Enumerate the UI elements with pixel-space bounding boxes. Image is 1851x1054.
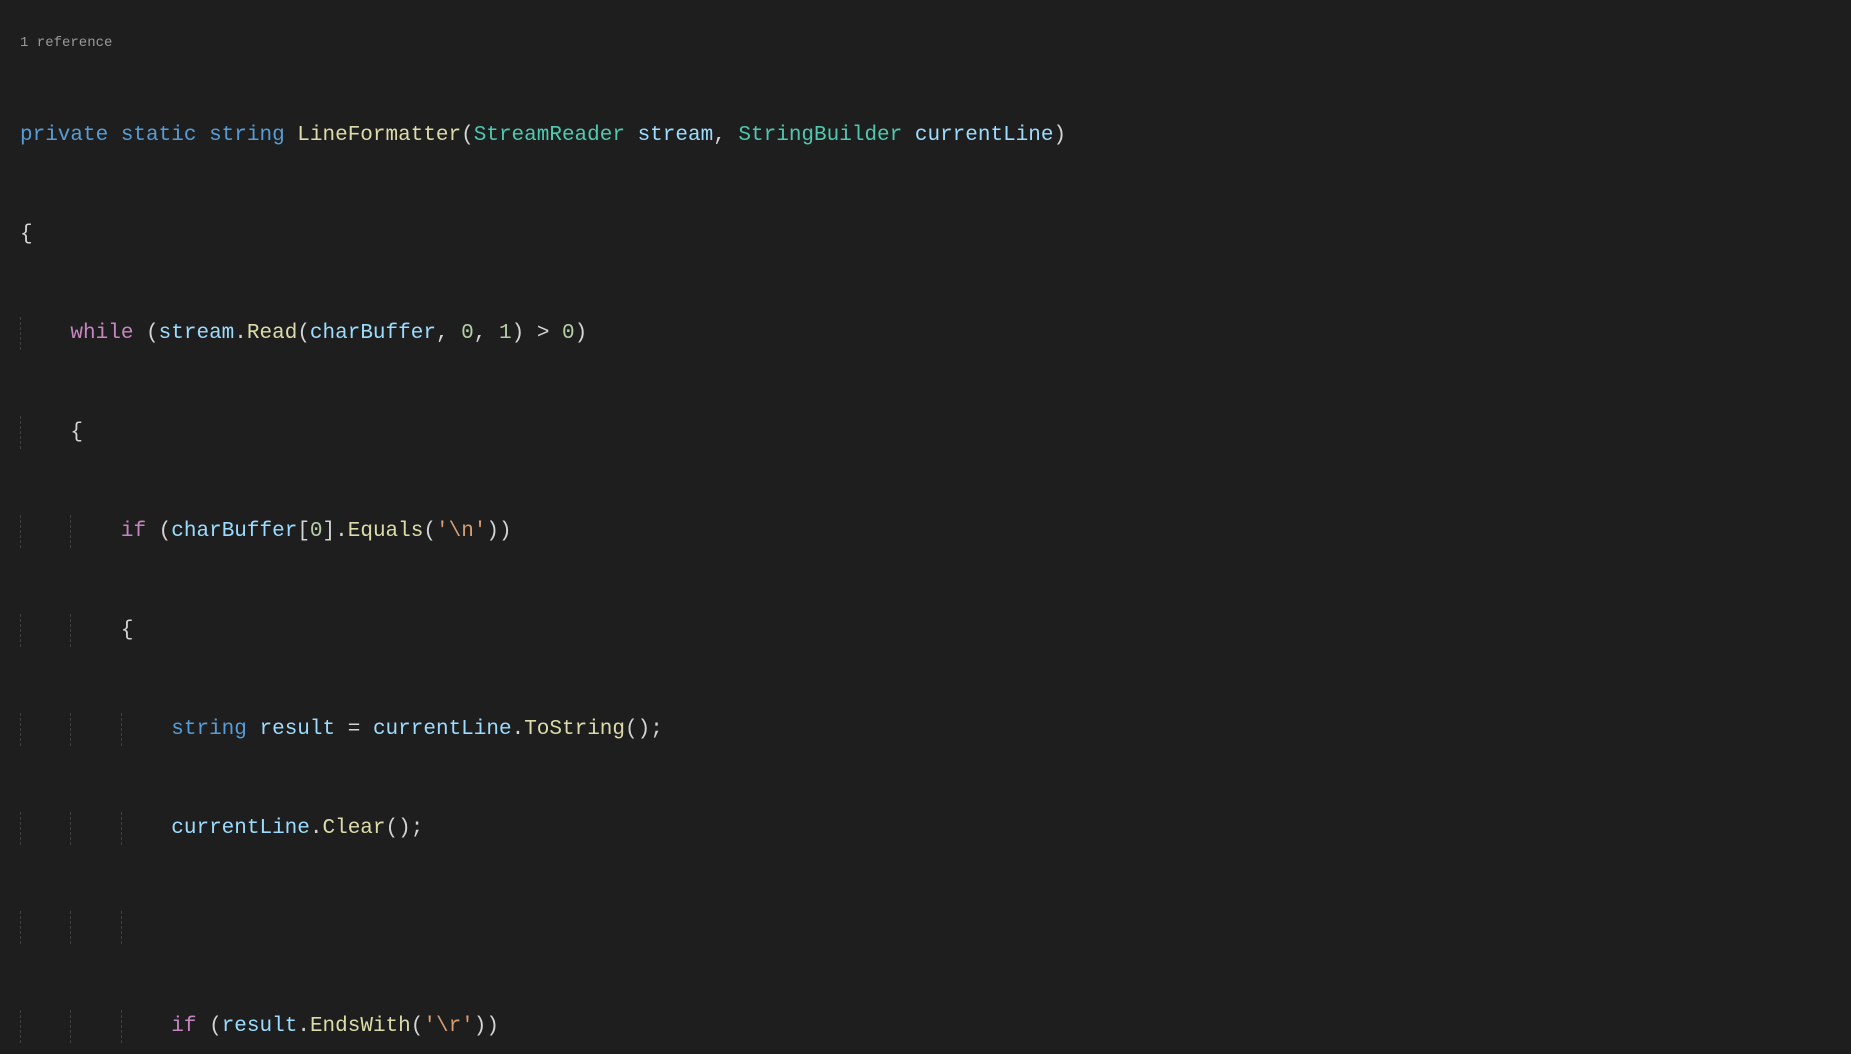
code-line[interactable]: string result = currentLine.ToString(); xyxy=(20,713,1851,746)
char-literal: '\r' xyxy=(423,1015,473,1038)
number: 1 xyxy=(499,322,512,345)
code-line[interactable]: while (stream.Read(charBuffer, 0, 1) > 0… xyxy=(20,317,1851,350)
op-assign: = xyxy=(348,718,361,741)
char-literal: '\n' xyxy=(436,520,486,543)
code-line[interactable]: if (charBuffer[0].Equals('\n')) xyxy=(20,515,1851,548)
var-charbuffer: charBuffer xyxy=(171,520,297,543)
keyword-private: private xyxy=(20,124,108,147)
code-line[interactable]: { xyxy=(20,416,1851,449)
number: 0 xyxy=(562,322,575,345)
code-editor[interactable]: 1 reference private static string LineFo… xyxy=(0,0,1851,1054)
code-line[interactable]: { xyxy=(20,218,1851,251)
code-line[interactable]: { xyxy=(20,614,1851,647)
method-tostring: ToString xyxy=(524,718,625,741)
keyword-static: static xyxy=(121,124,197,147)
var-currentline: currentLine xyxy=(171,817,310,840)
type-stringbuilder: StringBuilder xyxy=(738,124,902,147)
method-endswith: EndsWith xyxy=(310,1015,411,1038)
lbrace: { xyxy=(20,223,33,246)
lparen: ( xyxy=(461,124,474,147)
param-stream: stream xyxy=(638,124,714,147)
method-name: LineFormatter xyxy=(297,124,461,147)
var-result: result xyxy=(222,1015,298,1038)
var-result: result xyxy=(260,718,336,741)
code-line[interactable]: currentLine.Clear(); xyxy=(20,812,1851,845)
method-read: Read xyxy=(247,322,297,345)
type-string: string xyxy=(171,718,247,741)
comma: , xyxy=(713,124,726,147)
method-equals: Equals xyxy=(348,520,424,543)
keyword-if: if xyxy=(121,520,146,543)
method-clear: Clear xyxy=(323,817,386,840)
codelens-reference[interactable]: 1 reference xyxy=(20,33,1851,53)
lbrace: { xyxy=(70,421,83,444)
param-currentline: currentLine xyxy=(915,124,1054,147)
lbrace: { xyxy=(121,619,134,642)
var-stream: stream xyxy=(159,322,235,345)
code-line[interactable]: private static string LineFormatter(Stre… xyxy=(20,119,1851,152)
keyword-if: if xyxy=(171,1015,196,1038)
var-charbuffer: charBuffer xyxy=(310,322,436,345)
code-line[interactable]: if (result.EndsWith('\r')) xyxy=(20,1010,1851,1043)
number: 0 xyxy=(461,322,474,345)
number: 0 xyxy=(310,520,323,543)
type-streamreader: StreamReader xyxy=(474,124,625,147)
keyword-while: while xyxy=(70,322,133,345)
var-currentline: currentLine xyxy=(373,718,512,741)
op-gt: > xyxy=(537,322,550,345)
rparen: ) xyxy=(1053,124,1066,147)
type-string: string xyxy=(209,124,285,147)
code-line[interactable] xyxy=(20,911,1851,944)
